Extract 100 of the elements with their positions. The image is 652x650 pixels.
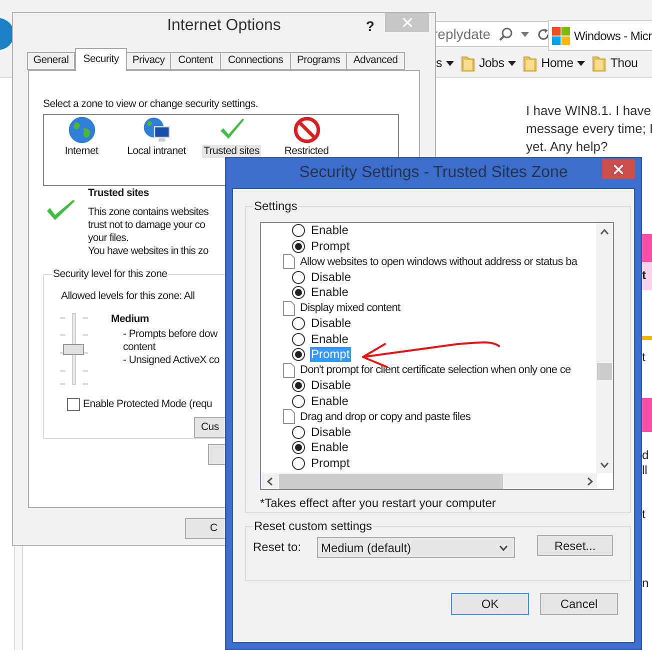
option-label: Disable <box>310 378 352 394</box>
option-label: Disable <box>310 316 352 332</box>
caret-icon <box>499 544 508 550</box>
option-label: Enable <box>310 223 350 238</box>
favorite-item[interactable]: Thou <box>592 53 638 73</box>
zone-item[interactable]: Local intranet <box>125 145 188 158</box>
globe-monitor-icon <box>142 116 170 144</box>
checkbox[interactable] <box>67 398 80 411</box>
chevron-right-icon[interactable] <box>587 476 593 486</box>
radio-button[interactable] <box>292 270 305 284</box>
post-text: message every time; I <box>526 120 652 138</box>
search-icon[interactable] <box>498 27 513 41</box>
vertical-scrollbar[interactable] <box>596 223 613 473</box>
option-label: Enable <box>310 332 350 347</box>
zone-description: This zone contains websites <box>88 206 209 219</box>
group-label: Security level for this zone <box>52 267 168 282</box>
chevron-left-icon[interactable] <box>267 476 273 486</box>
close-button[interactable] <box>602 159 635 179</box>
page-text: t <box>642 350 646 365</box>
document-icon <box>283 254 295 270</box>
radio-button[interactable] <box>292 286 305 300</box>
close-icon <box>614 164 623 174</box>
favorite-item[interactable]: Home <box>523 53 586 73</box>
chevron-down-icon[interactable] <box>600 462 609 468</box>
option-label: Disable <box>310 270 352 285</box>
option-label: Enable <box>310 440 350 456</box>
tab[interactable]: Privacy <box>126 52 171 70</box>
windows-logo-icon <box>552 26 570 44</box>
banner-strip <box>641 234 652 262</box>
window-title: Internet Options <box>167 16 281 36</box>
page-text: t <box>642 268 646 283</box>
chevron-up-icon[interactable] <box>600 229 609 235</box>
option-label: Prompt <box>310 347 351 362</box>
radio-button[interactable] <box>292 332 305 346</box>
tab[interactable]: Advanced <box>346 52 405 70</box>
level-details: - Prompts before dow <box>123 328 218 340</box>
radio-button[interactable] <box>292 379 305 392</box>
close-icon <box>402 18 412 27</box>
zone-item[interactable]: Trusted sites <box>202 145 262 158</box>
page-text: ll <box>642 463 648 478</box>
globe-icon <box>68 116 96 144</box>
option-label: Prompt <box>310 456 351 471</box>
checkmark-icon <box>46 200 76 222</box>
tab[interactable]: Content <box>170 52 221 70</box>
footnote: *Takes effect after you restart your computer <box>260 495 497 512</box>
tab[interactable]: Connections <box>220 52 291 70</box>
level-details: - Unsigned ActiveX co <box>123 354 220 366</box>
scrollbar-thumb[interactable] <box>597 363 612 380</box>
zone-item[interactable]: Restricted <box>282 145 331 158</box>
window-title: Security Settings - Trusted Sites Zone <box>299 163 568 183</box>
setting-label: Allow websites to open windows without address or status ba <box>300 254 578 270</box>
tab[interactable]: General <box>27 52 75 70</box>
folder-icon <box>592 54 606 72</box>
radio-button[interactable] <box>292 456 305 470</box>
option-label: Enable <box>310 285 350 300</box>
zone-name: Trusted sites <box>88 187 150 200</box>
document-icon <box>283 409 295 424</box>
setting-label: Drag and drop or copy and paste files <box>300 410 470 424</box>
radio-button[interactable] <box>292 441 305 454</box>
document-icon <box>283 362 295 378</box>
group-label: Settings <box>253 198 298 215</box>
scrollbar-thumb[interactable] <box>279 474 503 488</box>
folder-icon <box>460 54 475 72</box>
radio-button[interactable] <box>292 348 305 362</box>
option-label: Prompt <box>310 238 351 254</box>
dialog-button[interactable]: OK <box>451 593 529 615</box>
option-label: Enable <box>310 394 350 409</box>
radio-button[interactable] <box>292 240 305 253</box>
reset-level-dropdown[interactable]: Medium (default) <box>317 537 515 558</box>
caret-icon[interactable] <box>520 32 529 36</box>
level-name: Medium <box>111 312 150 326</box>
radio-button[interactable] <box>292 426 305 439</box>
folder-icon <box>523 54 538 72</box>
help-button[interactable]: ? <box>363 16 377 37</box>
radio-button[interactable] <box>292 394 305 408</box>
reset-button[interactable]: Reset... <box>537 535 613 556</box>
tab[interactable]: Programs <box>290 52 347 70</box>
level-details: content <box>123 340 156 354</box>
zone-description: trust not to damage your co <box>88 219 206 232</box>
slider-thumb[interactable] <box>63 344 84 354</box>
page-text: d <box>642 448 649 463</box>
checkbox-label: Enable Protected Mode (requ <box>83 396 212 412</box>
horizontal-scrollbar[interactable] <box>261 473 597 489</box>
field-label: Reset to: <box>253 539 302 556</box>
favorite-item[interactable]: Jobs <box>460 53 516 73</box>
radio-button[interactable] <box>292 224 305 238</box>
setting-label: Display mixed content <box>300 301 400 316</box>
banner-strip <box>641 398 652 432</box>
page-text: t <box>642 507 646 522</box>
page-text: n <box>642 576 649 591</box>
browser-tab[interactable]: Windows - Micr <box>548 20 652 51</box>
tab[interactable]: Security <box>75 48 127 71</box>
favorite-item[interactable]: s <box>436 53 454 73</box>
option-label: Disable <box>310 424 352 440</box>
radio-button[interactable] <box>292 317 305 330</box>
refresh-icon[interactable] <box>536 28 550 40</box>
post-text: I have WIN8.1. I have <box>526 102 652 120</box>
allowed-levels: Allowed levels for this zone: All <box>61 288 195 304</box>
zone-item[interactable]: Internet <box>62 145 100 158</box>
dialog-button[interactable]: Cancel <box>540 593 618 615</box>
